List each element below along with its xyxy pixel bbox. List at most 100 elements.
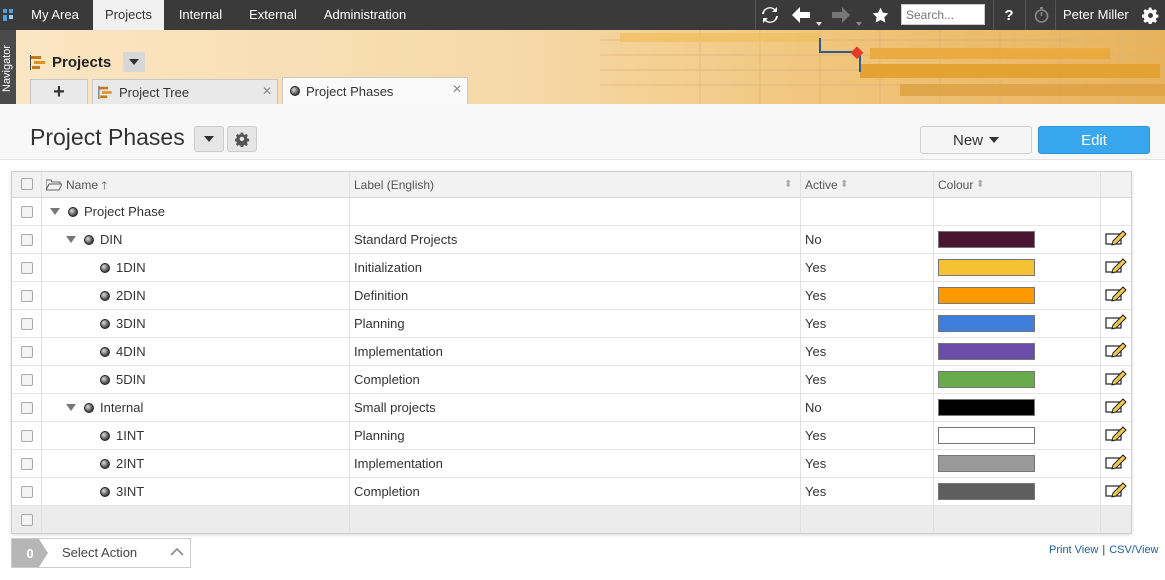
expand-toggle-icon[interactable]: [50, 208, 60, 215]
column-header-name[interactable]: Name 🡑: [66, 172, 107, 198]
table-row[interactable]: 5DIN Completion Yes: [12, 366, 1131, 394]
table-row[interactable]: 1INT Planning Yes: [12, 422, 1131, 450]
tab-project-phases[interactable]: Project Phases ✕: [282, 77, 468, 104]
sort-icon[interactable]: ⬍: [976, 172, 984, 198]
row-checkbox[interactable]: [21, 318, 33, 330]
help-button[interactable]: ?: [999, 0, 1019, 30]
edit-pencil-icon: [1105, 426, 1127, 442]
row-checkbox[interactable]: [21, 486, 33, 498]
phase-label: Definition: [354, 288, 409, 303]
row-checkbox[interactable]: [21, 206, 33, 218]
column-header-label[interactable]: Label (English): [354, 172, 434, 198]
row-checkbox[interactable]: [21, 234, 33, 246]
phase-name-cell[interactable]: DIN: [66, 226, 122, 254]
row-checkbox[interactable]: [21, 430, 33, 442]
table-row[interactable]: Internal Small projects No: [12, 394, 1131, 422]
table-row[interactable]: DIN Standard Projects No: [12, 226, 1131, 254]
edit-row-button[interactable]: [1101, 478, 1131, 506]
phase-label: Implementation: [354, 456, 443, 471]
row-checkbox[interactable]: [21, 402, 33, 414]
back-history-dropdown-icon[interactable]: [814, 0, 824, 30]
close-icon[interactable]: ✕: [452, 82, 462, 96]
phase-name-cell[interactable]: 3INT: [100, 478, 144, 506]
edit-row-button[interactable]: [1101, 310, 1131, 338]
edit-row-button[interactable]: [1101, 450, 1131, 478]
print-view-link[interactable]: Print View: [1049, 544, 1098, 556]
module-title: Projects: [30, 51, 146, 73]
navigator-sidebar-toggle[interactable]: Navigator: [0, 30, 16, 104]
edit-row-button[interactable]: [1101, 338, 1131, 366]
phase-colour-cell: [934, 366, 1100, 394]
phase-name-cell[interactable]: Internal: [66, 394, 143, 422]
module-menu-dropdown[interactable]: [123, 52, 146, 72]
refresh-icon[interactable]: [758, 0, 782, 30]
edit-pencil-icon: [1105, 370, 1127, 386]
sort-icon[interactable]: ⬍: [784, 172, 792, 198]
phase-name-cell[interactable]: 1INT: [100, 422, 144, 450]
phase-name: 2INT: [116, 456, 145, 471]
table-row[interactable]: 3INT Completion Yes: [12, 478, 1131, 506]
page-settings-button[interactable]: [227, 126, 257, 152]
stopwatch-icon[interactable]: [1030, 0, 1052, 30]
row-checkbox[interactable]: [21, 346, 33, 358]
search-input[interactable]: [901, 4, 985, 25]
nav-projects[interactable]: Projects: [93, 0, 164, 30]
phase-name-cell[interactable]: 5DIN: [100, 366, 146, 394]
expand-toggle-icon[interactable]: [66, 236, 76, 243]
row-checkbox[interactable]: [21, 458, 33, 470]
table-row[interactable]: 1DIN Initialization Yes: [12, 254, 1131, 282]
forward-arrow-icon[interactable]: [828, 0, 854, 30]
phase-colour-cell: [934, 478, 1100, 506]
back-arrow-icon[interactable]: [788, 0, 814, 30]
new-button[interactable]: New: [920, 126, 1032, 154]
colour-swatch: [938, 455, 1035, 472]
phase-name: 3DIN: [116, 316, 146, 331]
edit-row-button[interactable]: [1101, 394, 1131, 422]
tab-project-tree[interactable]: Project Tree ✕: [92, 79, 278, 104]
nav-external[interactable]: External: [237, 0, 309, 30]
divider: [1100, 172, 1101, 533]
forward-history-dropdown-icon[interactable]: [854, 0, 864, 30]
expand-toggle-icon[interactable]: [66, 404, 76, 411]
phase-name-cell[interactable]: 3DIN: [100, 310, 146, 338]
column-header-colour[interactable]: Colour: [938, 172, 973, 198]
csv-view-link[interactable]: CSV/View: [1109, 544, 1158, 556]
edit-button[interactable]: Edit: [1038, 126, 1150, 154]
row-checkbox[interactable]: [21, 374, 33, 386]
favorites-star-icon[interactable]: [868, 0, 892, 30]
row-checkbox[interactable]: [21, 262, 33, 274]
phase-ball-icon: [100, 291, 110, 301]
close-icon[interactable]: ✕: [262, 84, 272, 98]
nav-internal[interactable]: Internal: [165, 0, 236, 30]
table-row[interactable]: 2DIN Definition Yes: [12, 282, 1131, 310]
nav-my-area[interactable]: My Area: [18, 0, 92, 30]
edit-row-button[interactable]: [1101, 422, 1131, 450]
settings-gear-icon[interactable]: [1138, 0, 1162, 30]
edit-row-button[interactable]: [1101, 282, 1131, 310]
edit-row-button[interactable]: [1101, 226, 1131, 254]
table-row[interactable]: Project Phase: [12, 198, 1131, 226]
phase-colour-cell: [934, 394, 1100, 422]
footer-checkbox[interactable]: [21, 514, 33, 526]
tab-add[interactable]: +: [30, 79, 88, 104]
view-dropdown-button[interactable]: [194, 126, 224, 152]
nav-administration[interactable]: Administration: [310, 0, 420, 30]
table-row[interactable]: 2INT Implementation Yes: [12, 450, 1131, 478]
action-select[interactable]: 0 Select Action: [11, 538, 191, 568]
sort-icon[interactable]: ⬍: [840, 172, 848, 198]
table-row[interactable]: 4DIN Implementation Yes: [12, 338, 1131, 366]
phase-name-cell[interactable]: 1DIN: [100, 254, 146, 282]
divider: |: [1102, 544, 1106, 556]
user-name[interactable]: Peter Miller: [1063, 0, 1129, 30]
phase-name-cell[interactable]: 4DIN: [100, 338, 146, 366]
row-checkbox[interactable]: [21, 290, 33, 302]
phase-name-cell[interactable]: Project Phase: [50, 198, 165, 226]
select-all-checkbox[interactable]: [21, 178, 33, 190]
app-logo-icon[interactable]: [0, 0, 16, 30]
table-row[interactable]: 3DIN Planning Yes: [12, 310, 1131, 338]
edit-row-button[interactable]: [1101, 366, 1131, 394]
edit-row-button[interactable]: [1101, 254, 1131, 282]
column-header-active[interactable]: Active: [805, 172, 838, 198]
phase-name-cell[interactable]: 2DIN: [100, 282, 146, 310]
phase-name-cell[interactable]: 2INT: [100, 450, 144, 478]
